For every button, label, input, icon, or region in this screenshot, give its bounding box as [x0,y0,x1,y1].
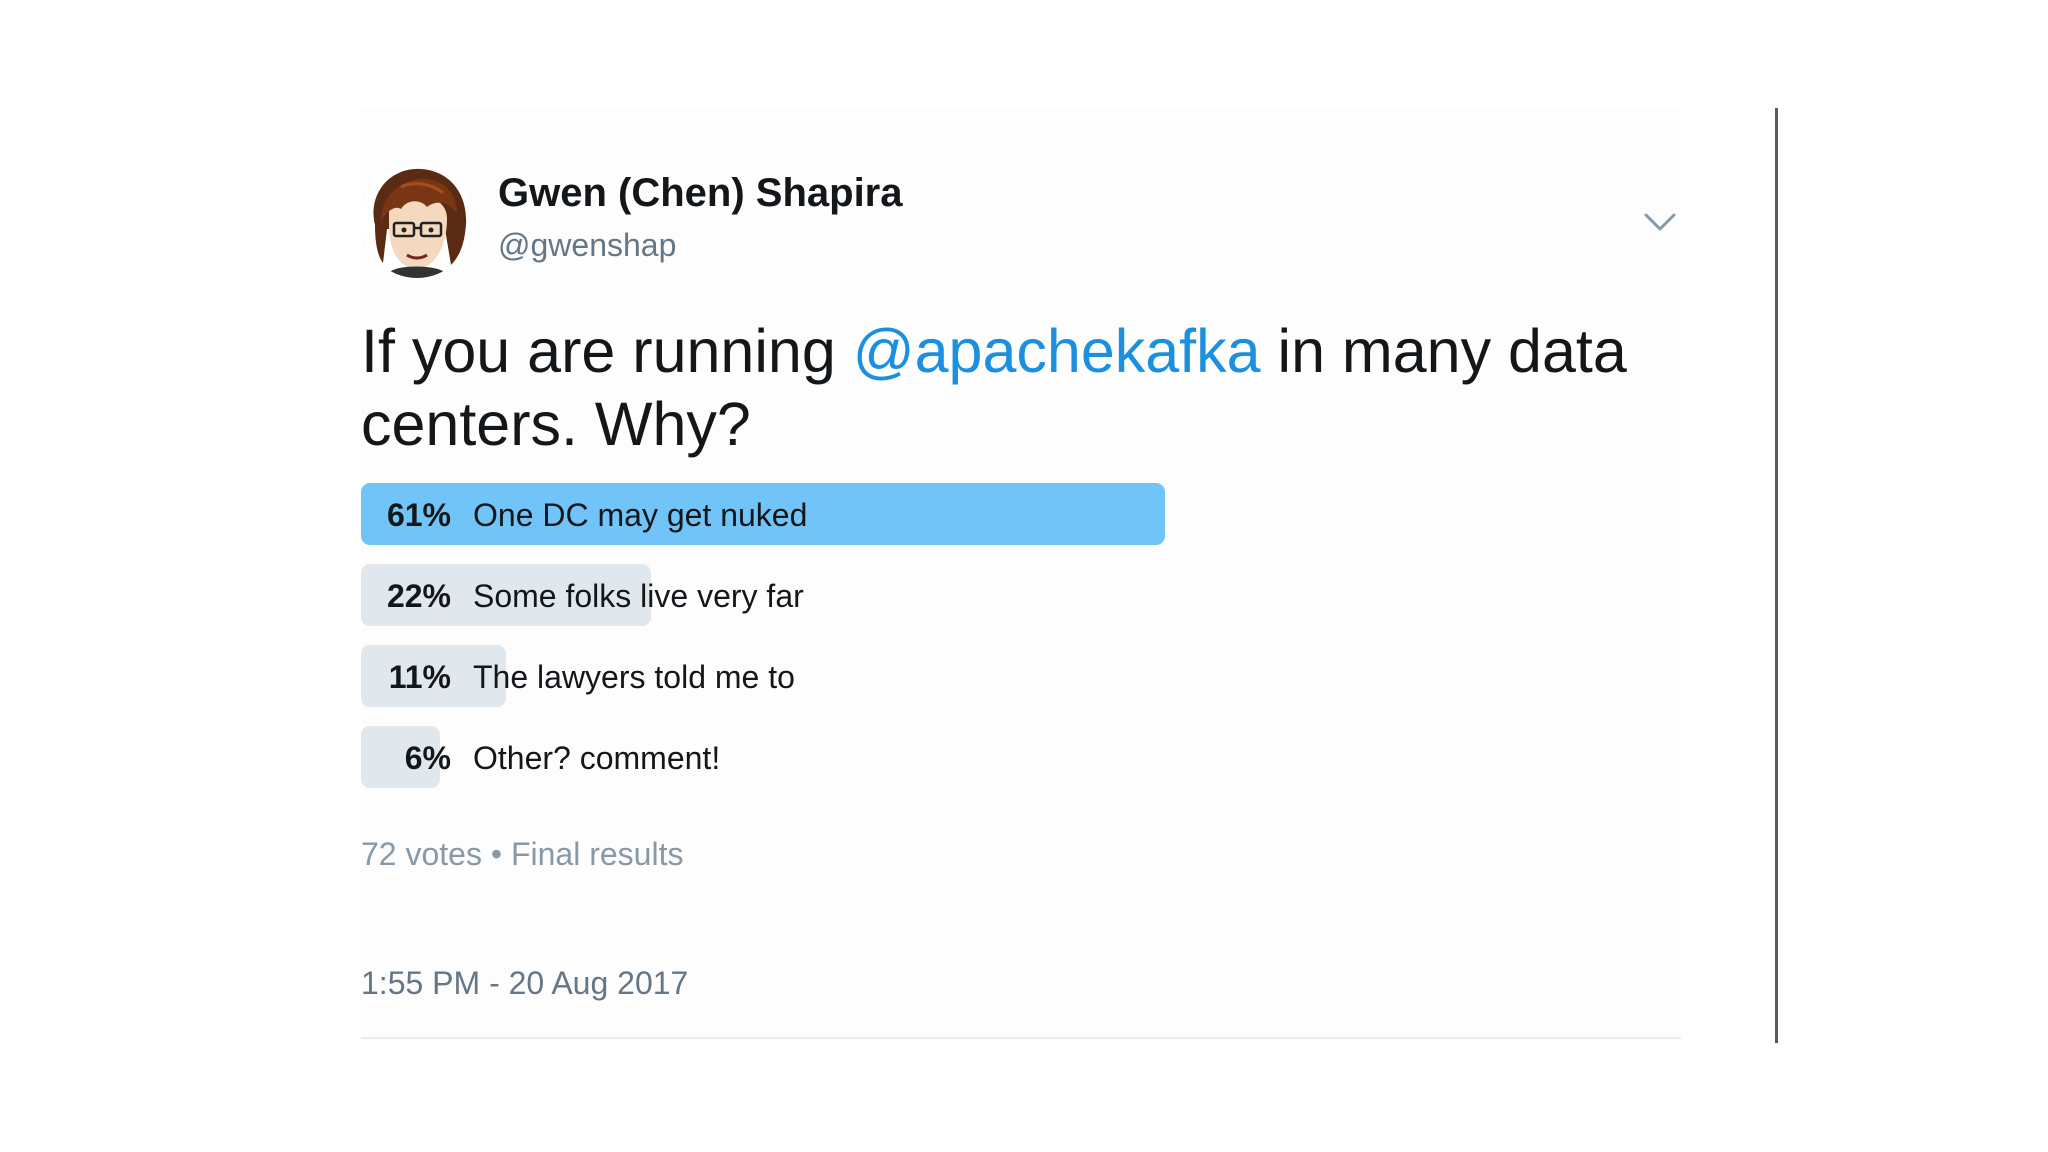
poll-percent: 11% [388,659,451,695]
tweet-text: If you are running @apachekafka in many … [361,315,1661,461]
poll-option: 11% The lawyers told me to [361,645,1165,707]
poll-percent: 6% [404,740,451,776]
poll-option-label: One DC may get nuked [473,497,808,533]
chevron-down-icon[interactable] [1643,211,1677,233]
poll-option: 22% Some folks live very far [361,564,1165,626]
poll-footer: 72 votes • Final results [361,836,683,873]
poll-separator: • [481,836,511,872]
tweet-card: Gwen (Chen) Shapira @gwenshap If you are… [361,108,1681,1039]
avatar[interactable] [361,163,473,278]
tweet-timestamp[interactable]: 1:55 PM - 20 Aug 2017 [361,965,688,1002]
poll-status: Final results [510,836,684,872]
divider [361,1037,1681,1039]
poll-percent: 61% [386,497,451,533]
poll-option-label: Other? comment! [473,740,721,776]
poll-option: 61% One DC may get nuked [361,483,1165,545]
poll-option-label: The lawyers told me to [473,659,795,695]
poll-percent: 22% [386,578,451,614]
slide: Gwen (Chen) Shapira @gwenshap If you are… [0,0,2048,1152]
poll-option-label: Some folks live very far [473,578,804,614]
vertical-divider [1775,108,1778,1043]
mention-link[interactable]: @apachekafka [853,317,1261,385]
poll: 61% One DC may get nuked 22% Some folks … [361,483,1681,807]
tweet-text-before: If you are running [361,317,853,385]
tweet-header: Gwen (Chen) Shapira @gwenshap [361,163,1681,278]
author-handle[interactable]: @gwenshap [498,227,676,264]
poll-votes: 72 votes [361,836,482,872]
avatar-image [361,163,473,278]
author-name[interactable]: Gwen (Chen) Shapira [498,171,903,216]
poll-option: 6% Other? comment! [361,726,1165,788]
